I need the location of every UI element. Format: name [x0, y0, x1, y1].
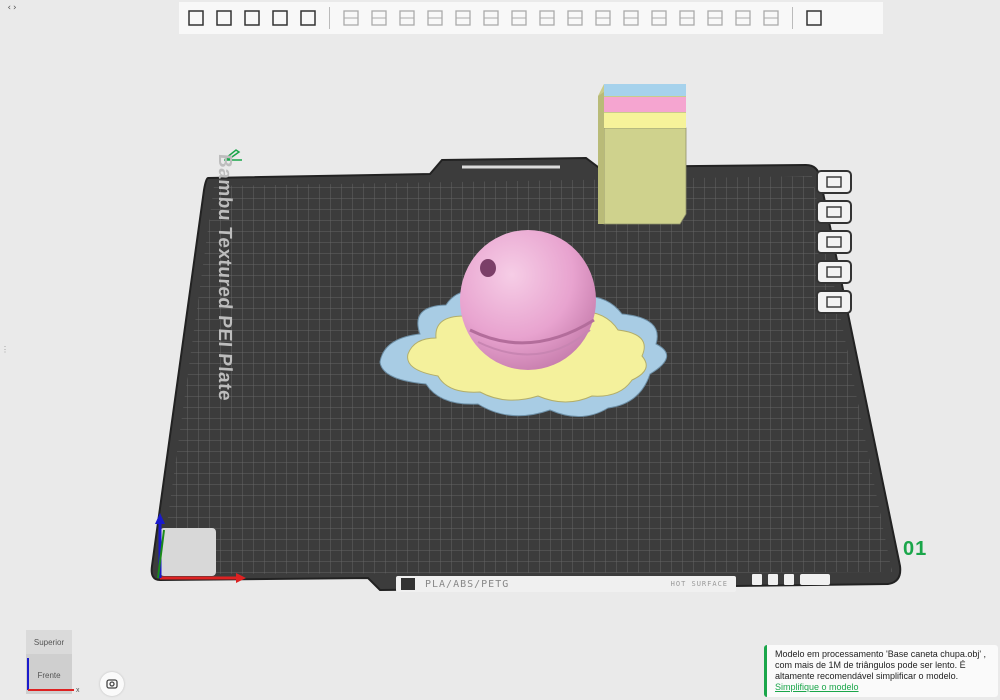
text-button[interactable]: [562, 5, 588, 31]
add-plate-icon: [216, 10, 232, 26]
support-paint-button[interactable]: [506, 5, 532, 31]
move-button[interactable]: [338, 5, 364, 31]
move-icon: [343, 10, 359, 26]
toolbar-separator: [329, 7, 330, 29]
assemble-button[interactable]: [646, 5, 672, 31]
seam-button[interactable]: [590, 5, 616, 31]
sphere-model[interactable]: [460, 230, 596, 370]
support-paint-icon: [511, 10, 527, 26]
plate-tab-icon: [800, 574, 830, 585]
filament-compatibility-bar: PLA/ABS/PETG HOT SURFACE: [396, 576, 736, 592]
auto-orient-button[interactable]: [239, 5, 265, 31]
auto-orient-plate-button[interactable]: [816, 200, 852, 224]
collapse-panel-button[interactable]: ‹›: [4, 2, 20, 14]
add-part-button[interactable]: [183, 5, 209, 31]
notification-toast: Modelo em processamento 'Base caneta chu…: [764, 645, 998, 697]
variable-layer-icon: [707, 10, 723, 26]
sidebar-drag-handle[interactable]: ⋮: [1, 346, 9, 354]
plate-settings-icon: [826, 296, 842, 308]
lay-on-face-button[interactable]: [422, 5, 448, 31]
add-part-icon: [188, 10, 204, 26]
variable-layer-button[interactable]: [702, 5, 728, 31]
scale-button[interactable]: [394, 5, 420, 31]
hot-surface-warning: HOT SURFACE: [670, 579, 728, 588]
color-paint-icon: [539, 10, 555, 26]
close-plate-button[interactable]: [816, 170, 852, 194]
plate-corner-icons: [752, 574, 830, 585]
arrange-plate-button[interactable]: [816, 230, 852, 254]
plate-type-label: Bambu Textured PEI Plate: [214, 153, 235, 402]
boolean-button[interactable]: [478, 5, 504, 31]
arrange-button[interactable]: [267, 5, 293, 31]
brim-icon: [679, 10, 695, 26]
rotate-icon: [371, 10, 387, 26]
text-icon: [567, 10, 583, 26]
auto-orient-icon: [244, 10, 260, 26]
modifier-button[interactable]: [730, 5, 756, 31]
split-view-button[interactable]: [801, 5, 827, 31]
close-plate-icon: [826, 176, 842, 188]
measure-icon: [623, 10, 639, 26]
lock-plate-icon: [826, 266, 842, 278]
plate-grid-icon: [401, 578, 415, 590]
slice-layers-icon: [300, 10, 316, 26]
color-paint-button[interactable]: [534, 5, 560, 31]
plate-number[interactable]: 01: [903, 538, 927, 561]
brim-button[interactable]: [674, 5, 700, 31]
add-plate-button[interactable]: [211, 5, 237, 31]
slice-layers-button[interactable]: [295, 5, 321, 31]
arrange-icon: [272, 10, 288, 26]
filament-types-text: PLA/ABS/PETG: [425, 578, 510, 590]
assemble-icon: [651, 10, 667, 26]
scale-icon: [399, 10, 415, 26]
plate-settings-button[interactable]: [816, 290, 852, 314]
notification-message: Modelo em processamento 'Base caneta chu…: [775, 649, 987, 681]
seam-icon: [595, 10, 611, 26]
rotate-button[interactable]: [366, 5, 392, 31]
viewport-3d[interactable]: [0, 0, 1000, 699]
origin-corner-marker: [160, 528, 216, 576]
ruler-icon: [763, 10, 779, 26]
boolean-icon: [483, 10, 499, 26]
lay-on-face-icon: [427, 10, 443, 26]
modifier-icon: [735, 10, 751, 26]
arrange-plate-icon: [826, 236, 842, 248]
view-cube-axes: x: [27, 658, 80, 694]
measure-button[interactable]: [618, 5, 644, 31]
trash-icon: [784, 574, 794, 585]
split-view-icon: [806, 10, 822, 26]
trash-icon: [752, 574, 762, 585]
simplify-model-link[interactable]: Simplifique o modelo: [775, 682, 990, 693]
auto-orient-plate-icon: [826, 206, 842, 218]
tower-model[interactable]: [598, 84, 687, 225]
cut-button[interactable]: [450, 5, 476, 31]
top-toolbar: [179, 2, 883, 34]
frame-icon: [768, 574, 778, 585]
toolbar-separator: [792, 7, 793, 29]
cut-icon: [455, 10, 471, 26]
reset-view-button[interactable]: [100, 672, 124, 696]
svg-text:x: x: [76, 687, 80, 694]
camera-reset-icon: [106, 679, 118, 689]
lock-plate-button[interactable]: [816, 260, 852, 284]
ruler-button[interactable]: [758, 5, 784, 31]
plate-side-toolbar: [816, 170, 856, 314]
